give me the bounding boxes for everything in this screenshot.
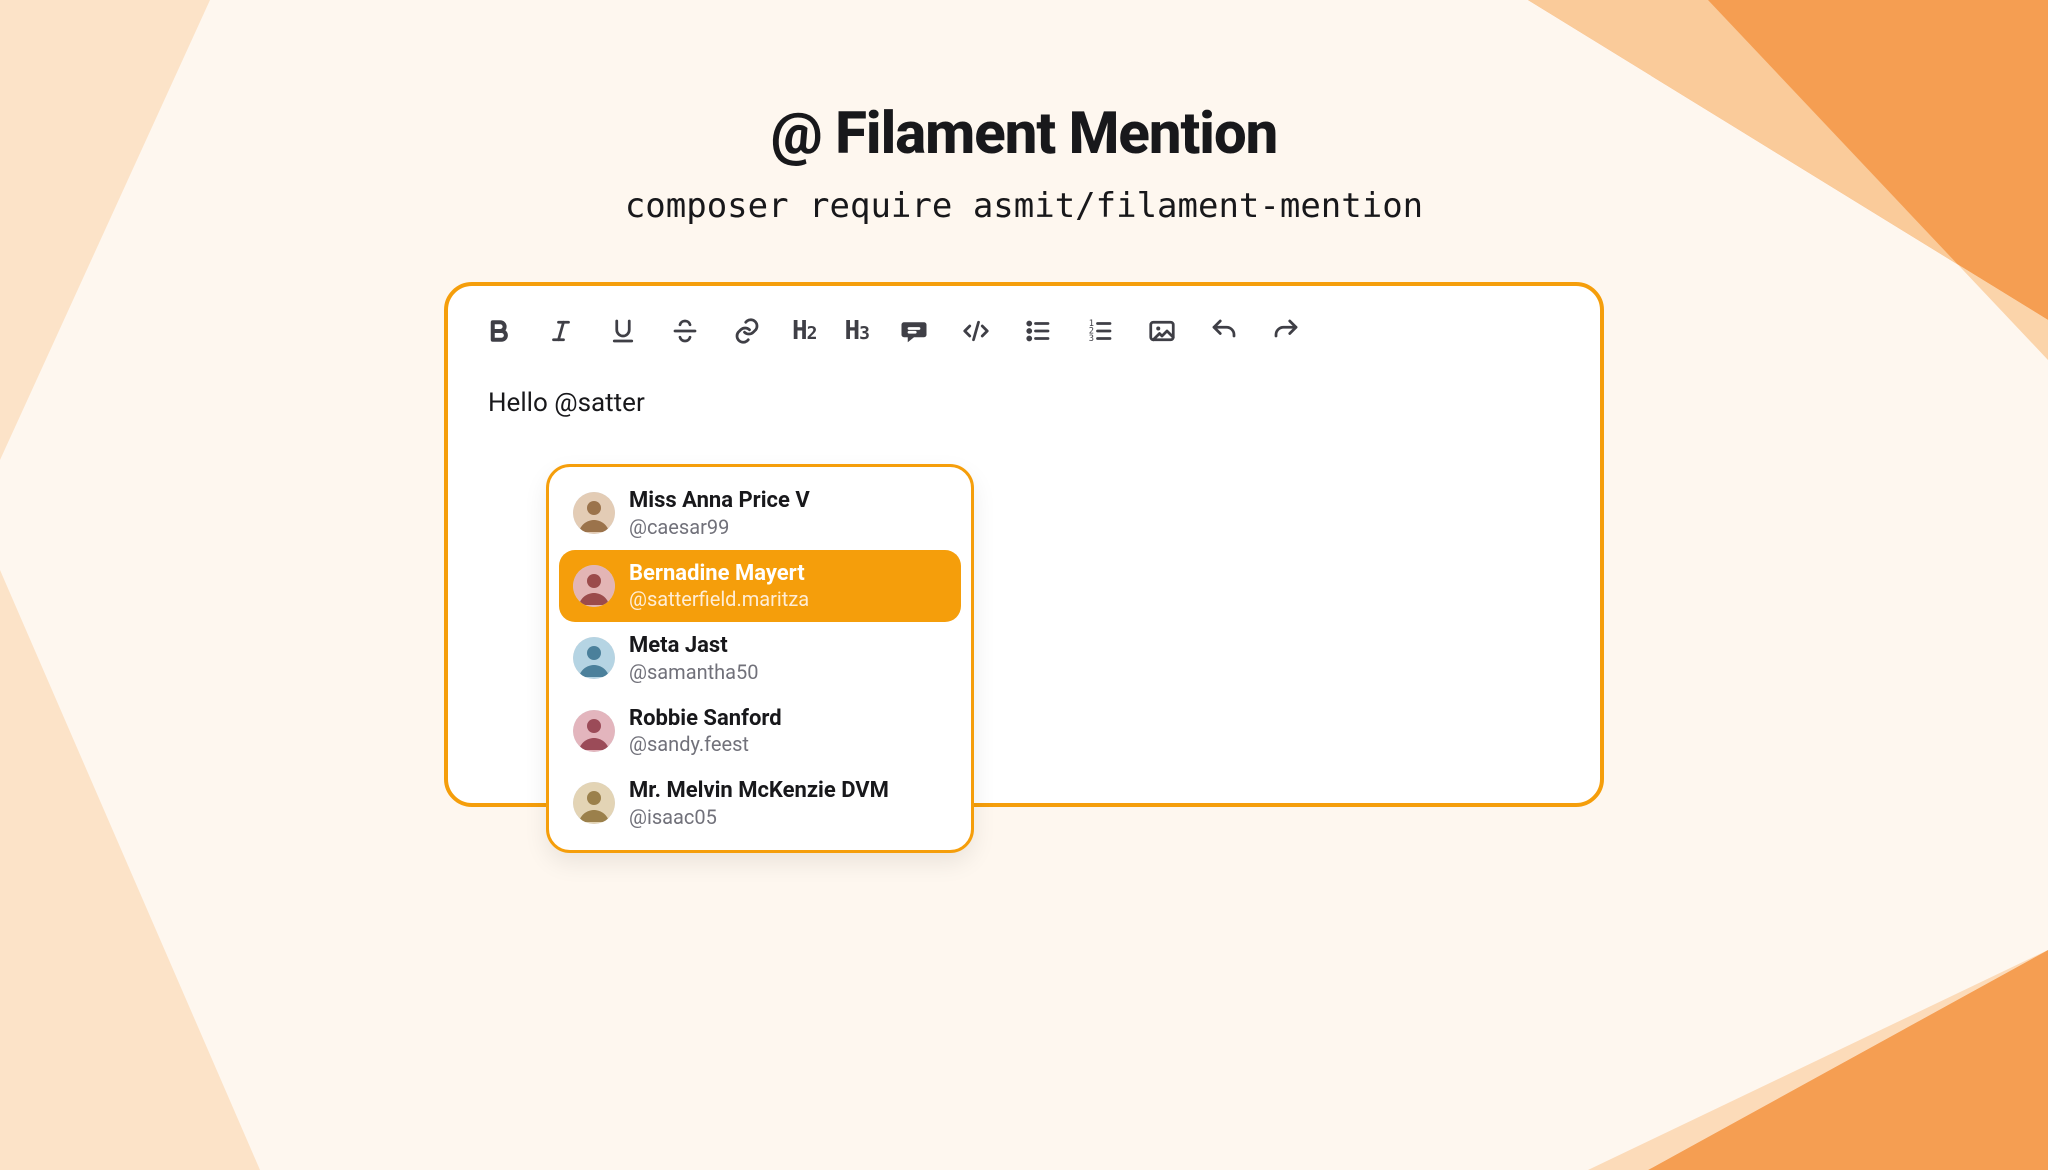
editor-toolbar: H2 H3 123 [476, 304, 1572, 362]
mention-item[interactable]: Meta Jast@samantha50 [559, 622, 961, 695]
mention-item[interactable]: Robbie Sanford@sandy.feest [559, 695, 961, 768]
mention-item-handle: @caesar99 [629, 515, 810, 540]
page-title: @ Filament Mention [771, 100, 1278, 168]
rich-text-editor: H2 H3 123 [444, 282, 1604, 807]
avatar [573, 492, 615, 534]
link-button[interactable] [730, 314, 764, 348]
editor-content[interactable]: Hello @satter [476, 362, 1572, 444]
underline-button[interactable] [606, 314, 640, 348]
ordered-list-button[interactable]: 123 [1083, 314, 1117, 348]
svg-text:3: 3 [1089, 334, 1094, 344]
italic-button[interactable] [544, 314, 578, 348]
h2-button[interactable]: H2 [792, 316, 817, 346]
install-command: composer require asmit/filament-mention [625, 186, 1423, 226]
avatar [573, 565, 615, 607]
mention-item[interactable]: Bernadine Mayert@satterfield.maritza [559, 550, 961, 623]
mention-item-name: Robbie Sanford [629, 705, 782, 733]
mention-item-name: Bernadine Mayert [629, 560, 809, 588]
avatar [573, 710, 615, 752]
code-button[interactable] [959, 314, 993, 348]
bullet-list-button[interactable] [1021, 314, 1055, 348]
mention-item-handle: @satterfield.maritza [629, 587, 809, 612]
avatar [573, 637, 615, 679]
h3-button[interactable]: H3 [845, 316, 870, 346]
mention-item-name: Mr. Melvin McKenzie DVM [629, 777, 889, 805]
mention-item-name: Meta Jast [629, 632, 759, 660]
mention-item-handle: @samantha50 [629, 660, 759, 685]
mention-item[interactable]: Mr. Melvin McKenzie DVM@isaac05 [559, 767, 961, 840]
mention-item-handle: @isaac05 [629, 805, 889, 830]
redo-button[interactable] [1269, 314, 1303, 348]
bold-button[interactable] [482, 314, 516, 348]
undo-button[interactable] [1207, 314, 1241, 348]
mention-item[interactable]: Miss Anna Price V@caesar99 [559, 477, 961, 550]
comment-button[interactable] [897, 314, 931, 348]
strike-button[interactable] [668, 314, 702, 348]
image-button[interactable] [1145, 314, 1179, 348]
mention-popover: Miss Anna Price V@caesar99 Bernadine May… [546, 464, 974, 853]
mention-item-handle: @sandy.feest [629, 732, 782, 757]
avatar [573, 782, 615, 824]
mention-item-name: Miss Anna Price V [629, 487, 810, 515]
